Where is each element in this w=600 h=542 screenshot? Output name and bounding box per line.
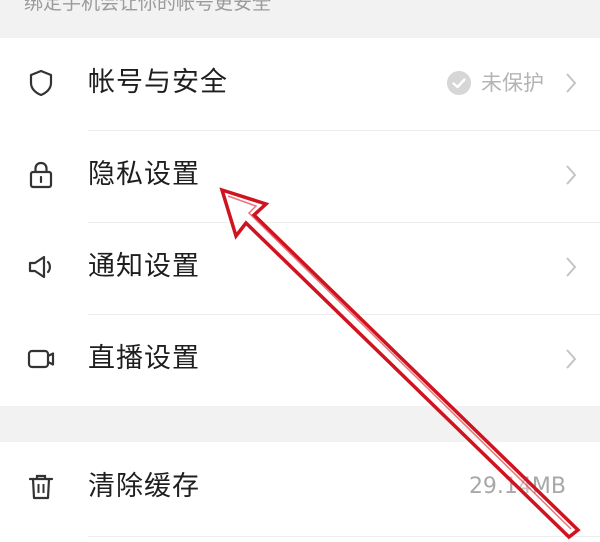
settings-item-live-label: 直播设置 [88, 343, 200, 374]
settings-item-privacy-label: 隐私设置 [88, 159, 200, 190]
cache-size: 29.14MB [468, 474, 566, 499]
shield-icon [29, 69, 53, 97]
protection-status-text: 未保护 [481, 71, 544, 95]
protection-status: 未保护 [447, 69, 544, 97]
speaker-icon [28, 255, 51, 279]
check-circle-icon [447, 71, 471, 95]
settings-item-live[interactable]: 直播设置 [0, 314, 600, 406]
settings-item-notifications[interactable]: 通知设置 [0, 222, 600, 314]
chevron-right-icon [566, 73, 577, 93]
divider [88, 536, 600, 537]
settings-item-clear-cache-label: 清除缓存 [88, 471, 200, 502]
settings-item-account-security-label: 帐号与安全 [88, 67, 228, 98]
settings-item-notifications-label: 通知设置 [88, 251, 200, 282]
chevron-right-icon [566, 349, 577, 369]
video-camera-icon [27, 349, 55, 369]
bind-phone-hint-text: 绑定手机会让你的帐号更安全 [24, 0, 272, 14]
trash-icon [28, 474, 54, 500]
settings-item-privacy[interactable]: 隐私设置 [0, 130, 600, 222]
settings-group-primary: 帐号与安全 未保护 隐私设置 通知设置 直播设置 [0, 38, 600, 406]
bind-phone-hint: 绑定手机会让你的帐号更安全 [0, 0, 600, 38]
settings-group-storage: 清除缓存 29.14MB [0, 442, 600, 542]
settings-item-clear-cache[interactable]: 清除缓存 29.14MB [0, 442, 600, 534]
settings-item-account-security[interactable]: 帐号与安全 未保护 [0, 38, 600, 130]
lock-icon [29, 161, 53, 189]
chevron-right-icon [566, 257, 577, 277]
chevron-right-icon [566, 165, 577, 185]
